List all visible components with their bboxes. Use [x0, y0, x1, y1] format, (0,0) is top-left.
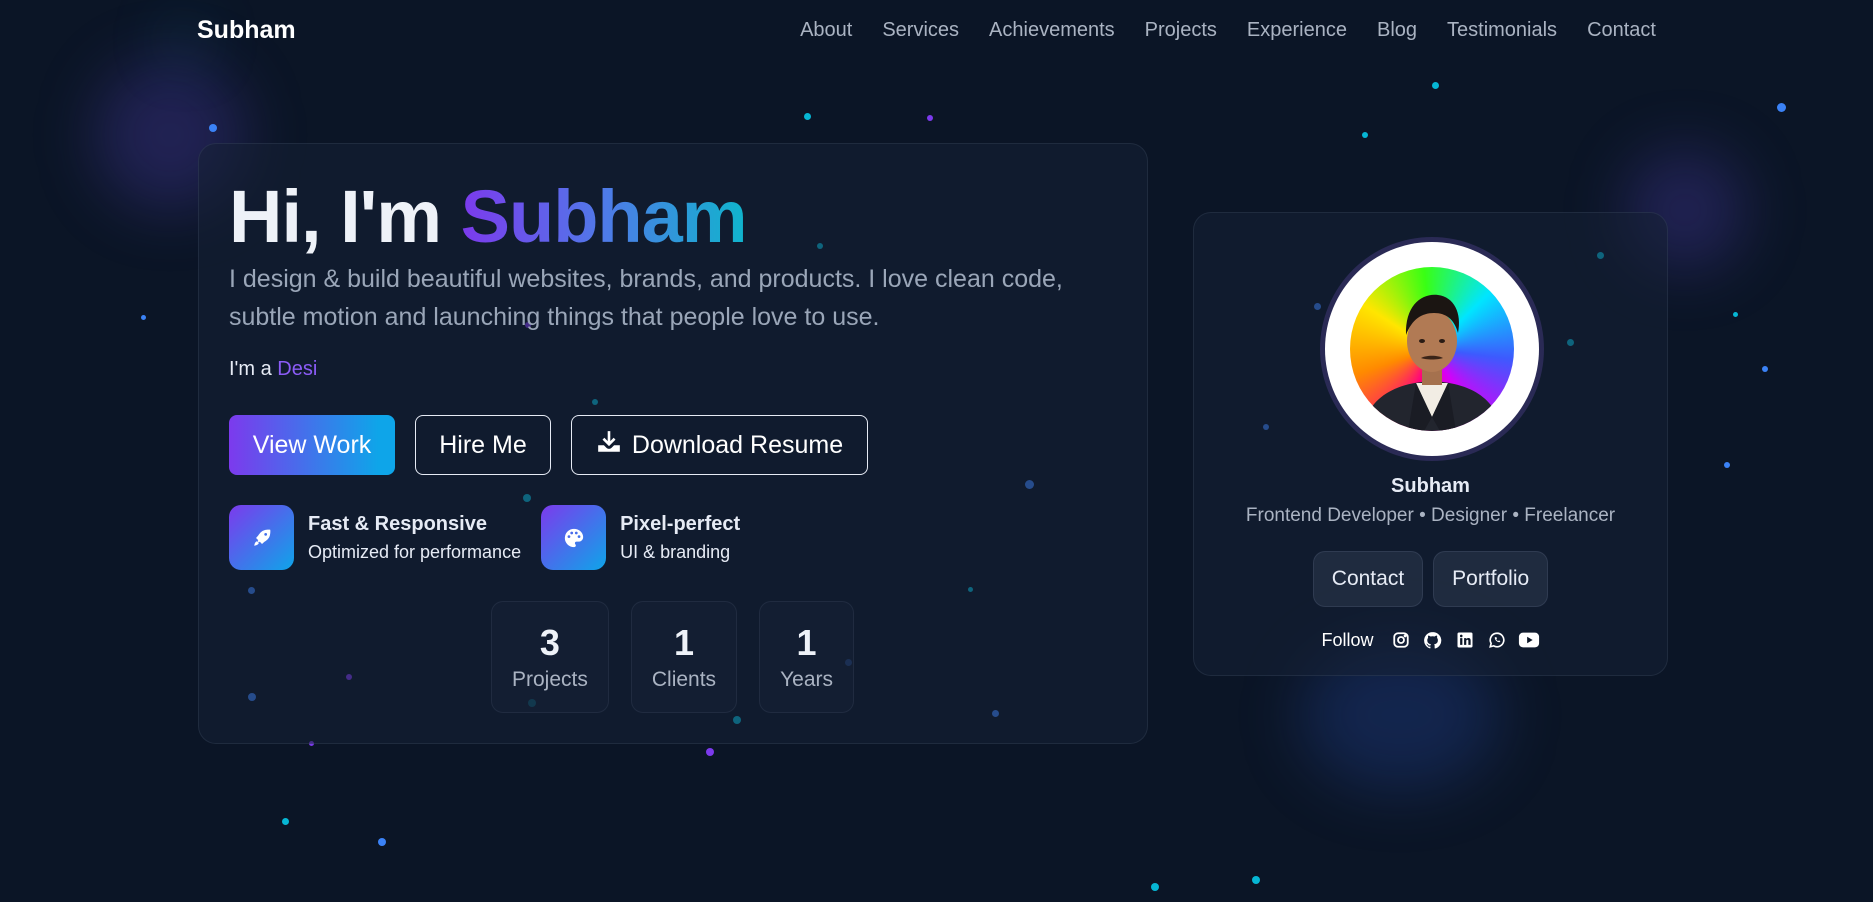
youtube-icon[interactable] — [1518, 629, 1540, 651]
feature-text: Fast & Responsive Optimized for performa… — [308, 513, 521, 563]
stat-value: 1 — [673, 622, 694, 663]
role-word: Desi — [277, 358, 318, 380]
profile-name: Subham — [1391, 475, 1470, 497]
social-links: Follow — [1194, 629, 1667, 651]
profile-actions: Contact Portfolio — [1194, 551, 1667, 607]
feature-title: Pixel-perfect — [620, 512, 741, 535]
download-icon — [596, 429, 622, 462]
stat-value: 3 — [539, 622, 560, 663]
linkedin-icon[interactable] — [1454, 629, 1476, 651]
nav-link-experience[interactable]: Experience — [1247, 19, 1347, 42]
hero-description: I design & build beautiful websites, bra… — [229, 265, 1063, 331]
instagram-icon[interactable] — [1390, 629, 1412, 651]
palette-icon — [541, 505, 607, 570]
brand-logo[interactable]: Subham — [197, 16, 296, 45]
download-resume-label: Download Resume — [631, 430, 844, 459]
profile-role: Frontend Developer • Designer • Freelanc… — [1245, 505, 1616, 526]
feature-text: Pixel-perfect UI & branding — [620, 513, 740, 563]
hire-me-button[interactable]: Hire Me — [415, 415, 551, 475]
portfolio-button[interactable]: Portfolio — [1433, 551, 1549, 607]
github-icon[interactable] — [1422, 629, 1444, 651]
stat-value: 1 — [796, 622, 817, 663]
avatar-frame — [1325, 242, 1539, 456]
stat-years: 1 Years — [759, 601, 854, 713]
stat-projects: 3 Projects — [491, 601, 609, 713]
nav-links: About Services Achievements Projects Exp… — [800, 19, 1656, 42]
feature-fast-responsive: Fast & Responsive Optimized for performa… — [229, 505, 521, 570]
feature-pixel-perfect: Pixel-perfect UI & branding — [541, 505, 740, 570]
hero-title: Hi, I'm Subham — [229, 180, 748, 254]
whatsapp-icon[interactable] — [1486, 629, 1508, 651]
feature-title: Fast & Responsive — [308, 512, 487, 535]
hero-greeting: Hi, I'm — [229, 175, 461, 258]
rocket-icon — [229, 505, 294, 570]
stat-label: Projects — [512, 668, 588, 691]
nav-link-projects[interactable]: Projects — [1145, 19, 1217, 42]
stat-clients: 1 Clients — [630, 601, 738, 713]
role-prefix: I'm a — [229, 358, 278, 380]
profile-card: Subham Frontend Developer • Designer • F… — [1193, 212, 1668, 676]
nav-link-services[interactable]: Services — [882, 19, 959, 42]
stat-label: Years — [780, 668, 833, 691]
feature-subtitle: UI & branding — [620, 541, 731, 562]
nav-link-contact[interactable]: Contact — [1587, 19, 1656, 42]
stat-label: Clients — [651, 668, 717, 691]
top-navbar: Subham About Services Achievements Proje… — [0, 0, 1873, 62]
avatar — [1320, 237, 1544, 461]
contact-button[interactable]: Contact — [1312, 551, 1424, 607]
feature-subtitle: Optimized for performance — [308, 541, 522, 562]
stats-row: 3 Projects 1 Clients 1 Years — [491, 601, 854, 713]
role-rotator: I'm a Desi — [229, 358, 317, 381]
nav-link-blog[interactable]: Blog — [1377, 19, 1417, 42]
hero-name: Subham — [460, 175, 748, 258]
hero-actions: View Work Hire Me Download Resume — [229, 415, 868, 475]
download-resume-button[interactable]: Download Resume — [571, 415, 868, 475]
profile-photo — [1350, 267, 1514, 431]
follow-label: Follow — [1321, 629, 1374, 650]
view-work-button[interactable]: View Work — [229, 415, 395, 475]
nav-link-about[interactable]: About — [800, 19, 852, 42]
nav-link-achievements[interactable]: Achievements — [989, 19, 1115, 42]
nav-link-testimonials[interactable]: Testimonials — [1447, 19, 1557, 42]
hero-card: Hi, I'm Subham I design & build beautifu… — [198, 143, 1148, 744]
feature-list: Fast & Responsive Optimized for performa… — [229, 505, 740, 570]
